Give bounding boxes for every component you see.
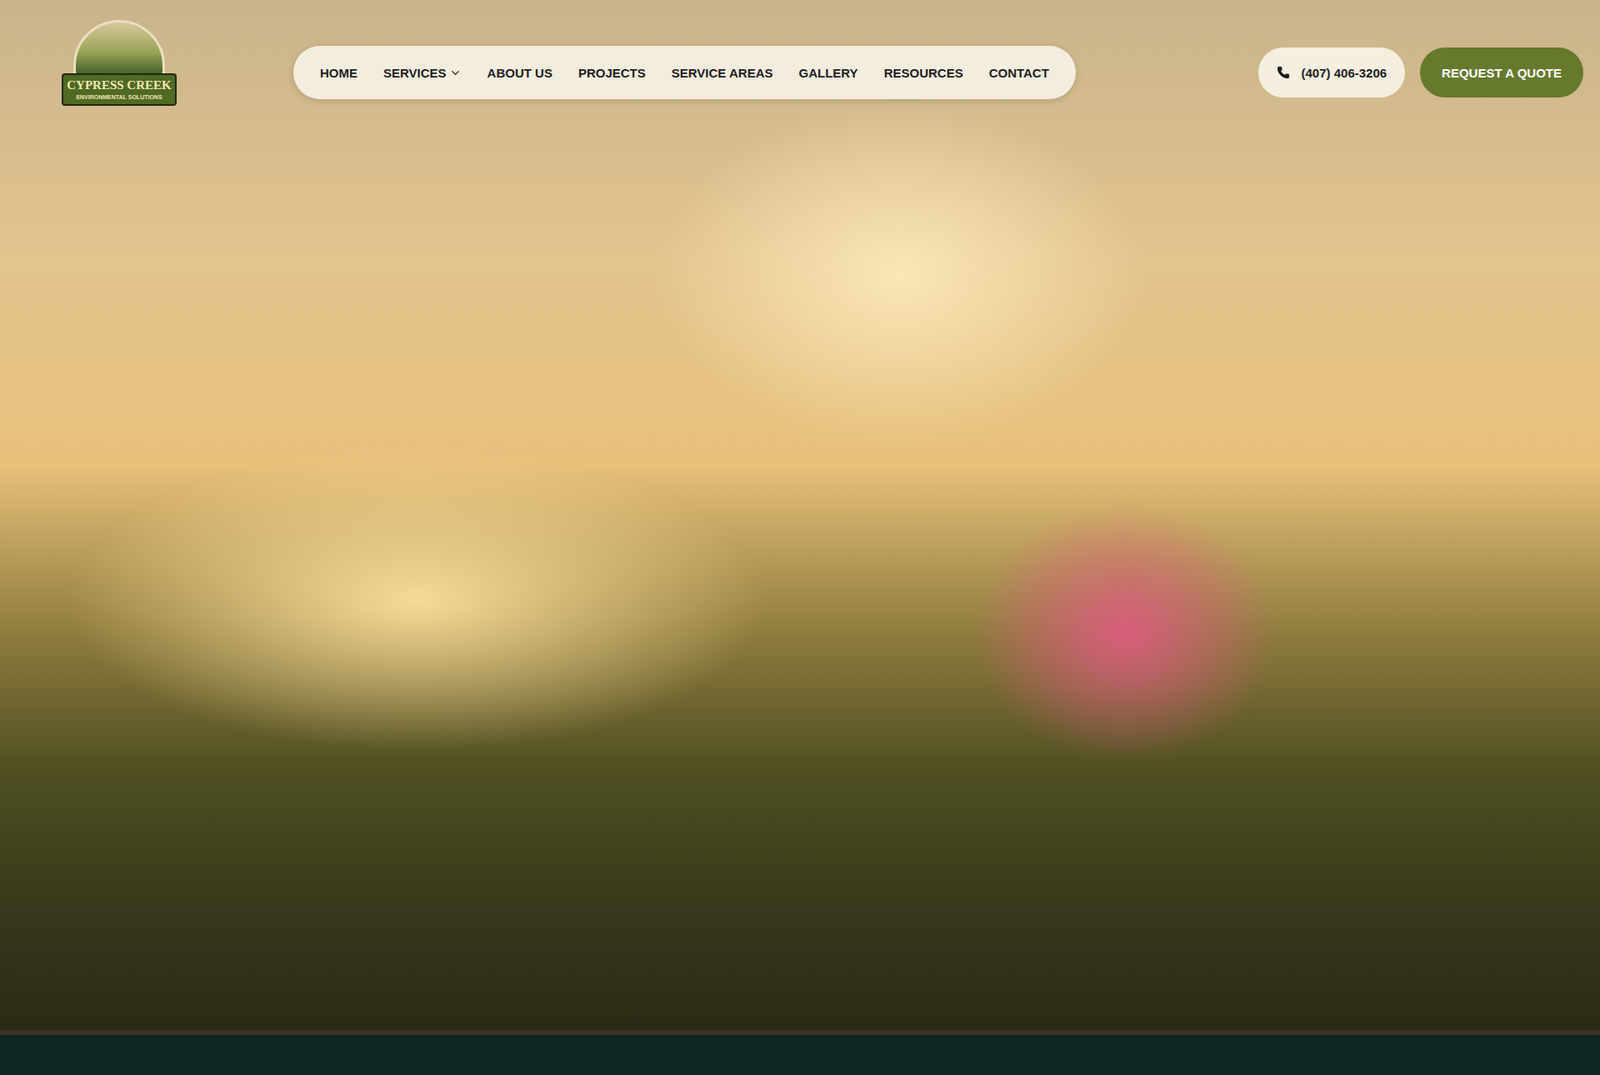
page: CYPRESS CREEKENVIRONMENTAL SOLUTIONS HOME…	[0, 0, 1600, 1075]
chevron-down-icon	[449, 66, 462, 80]
nav-item[interactable]: HOME	[320, 65, 358, 80]
site-header: CYPRESS CREEKENVIRONMENTAL SOLUTIONS HOME…	[0, 0, 1600, 106]
logo[interactable]: CYPRESS CREEKENVIRONMENTAL SOLUTIONS	[61, 20, 177, 106]
logo-subtitle: ENVIRONMENTAL SOLUTIONS	[75, 94, 162, 100]
logo-name: CYPRESS CREEK	[66, 78, 171, 93]
nav-item[interactable]: SERVICES	[383, 65, 462, 80]
hero: CYPRESS CREEKENVIRONMENTAL SOLUTIONS HOME…	[0, 0, 1600, 1030]
nav-bar: HOME SERVICES ABOUT US PROJECTS SERVICE AREA…	[293, 45, 1076, 100]
logo-badge-icon	[73, 20, 165, 79]
bottom-strip	[0, 1030, 1600, 1075]
header-actions: (407) 406-3206 REQUEST A QUOTE	[1258, 47, 1584, 98]
nav-item[interactable]: PROJECTS	[578, 65, 646, 80]
phone-button[interactable]: (407) 406-3206	[1258, 47, 1406, 98]
logo-banner: CYPRESS CREEKENVIRONMENTAL SOLUTIONS	[61, 73, 177, 106]
nav-item[interactable]: ABOUT US	[487, 65, 553, 80]
nav-item[interactable]: SERVICE AREAS	[671, 65, 774, 80]
nav-item[interactable]: CONTACT	[989, 65, 1050, 80]
nav-item[interactable]: GALLERY	[799, 65, 859, 80]
phone-icon	[1276, 65, 1290, 80]
nav-item[interactable]: RESOURCES	[884, 65, 964, 80]
request-quote-button[interactable]: REQUEST A QUOTE	[1420, 47, 1584, 98]
